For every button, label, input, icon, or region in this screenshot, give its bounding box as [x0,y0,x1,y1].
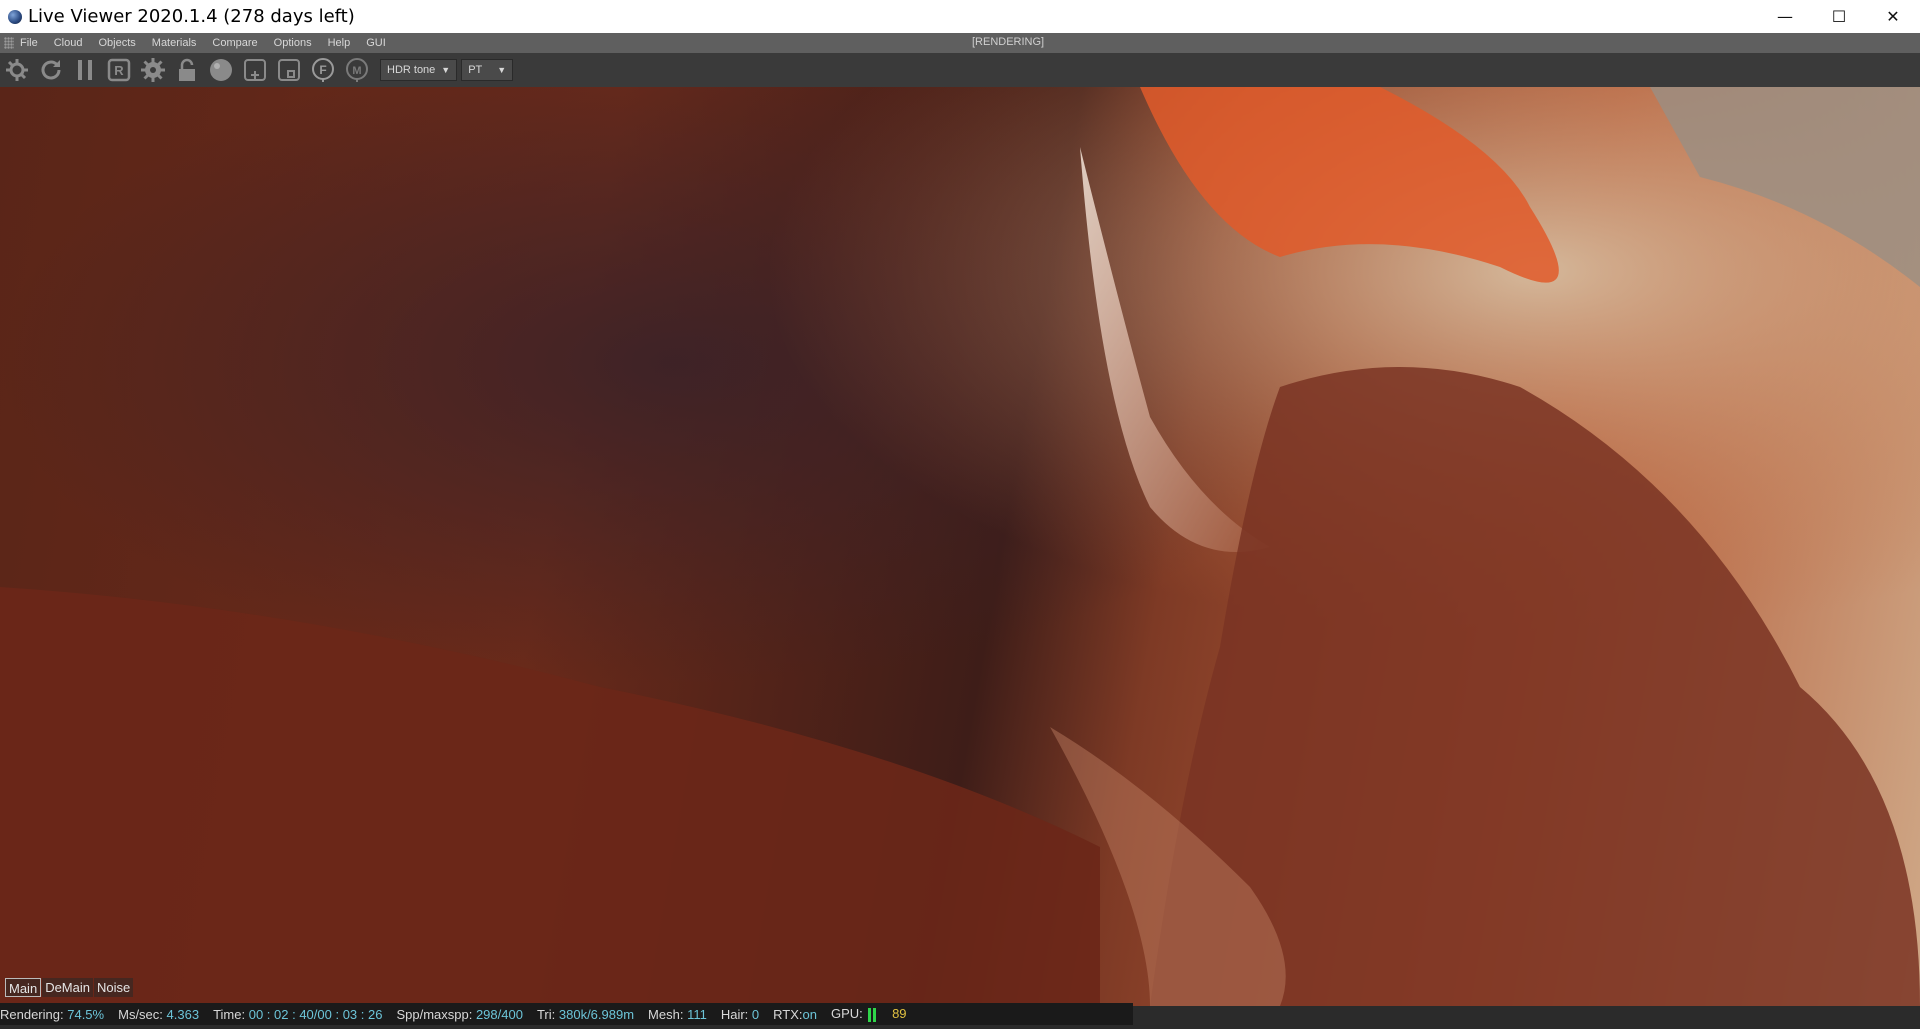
menu-help[interactable]: Help [328,37,351,49]
toolbar: R F M HDR tone ▼ PT ▼ [0,53,1920,87]
mesh-label: Mesh: [648,1006,684,1022]
pause-icon[interactable] [70,55,100,85]
minimize-button[interactable]: — [1758,0,1812,33]
time-label: Time: [213,1006,246,1022]
box-icon[interactable] [274,55,304,85]
settings-gear-icon[interactable] [2,55,32,85]
gpu-temperature: 89 [892,1006,907,1022]
svg-text:R: R [114,63,124,78]
tab-demain[interactable]: DeMain [42,978,93,997]
status-bar: Rendering: 74.5% Ms/sec: 4.363 Time: 00 … [0,1003,1133,1025]
svg-text:M: M [352,65,361,77]
time-value: 00 : 02 : 40/00 : 03 : 26 [248,1006,383,1022]
sphere-icon[interactable] [206,55,236,85]
stat-spp: Spp/maxspp: 298/400 [396,1007,523,1022]
gear-icon[interactable] [138,55,168,85]
stat-rtx: RTX:on [773,1007,817,1022]
stat-time: Time: 00 : 02 : 40/00 : 03 : 26 [213,1007,382,1022]
hair-value: 0 [751,1006,760,1022]
svg-text:F: F [319,63,326,77]
rendering-label: Rendering: [0,1006,64,1022]
render-status-label: [RENDERING] [972,36,1045,48]
close-button[interactable]: ✕ [1866,0,1920,33]
menu-bar: File Cloud Objects Materials Compare Opt… [0,33,1920,53]
gpu-label: GPU: [831,1006,863,1022]
gpu-usage-bar [868,1007,872,1022]
stat-mesh: Mesh: 111 [648,1007,707,1022]
kernel-select[interactable]: PT ▼ [461,59,514,81]
stat-ms: Ms/sec: 4.363 [118,1007,199,1022]
stat-gpu: GPU: 89 [831,1006,907,1022]
refresh-icon[interactable] [36,55,66,85]
mesh-value: 111 [687,1006,707,1022]
lock-icon[interactable] [172,55,202,85]
menu-objects[interactable]: Objects [98,37,135,49]
menu-options[interactable]: Options [274,37,312,49]
tonemap-select-value: HDR tone [387,64,436,76]
menu-materials[interactable]: Materials [152,37,197,49]
grip-icon[interactable] [4,37,14,49]
rtx-label: RTX: [773,1006,803,1022]
chevron-down-icon: ▼ [441,65,451,75]
stat-rendering: Rendering: 74.5% [0,1007,104,1022]
stat-tri: Tri: 380k/6.989m [537,1007,634,1022]
ms-value: 4.363 [166,1006,200,1022]
hair-label: Hair: [720,1006,749,1022]
chevron-down-icon: ▼ [497,65,507,75]
render-image [0,87,1920,1006]
ms-label: Ms/sec: [118,1006,163,1022]
tab-noise[interactable]: Noise [93,978,134,997]
window-title: Live Viewer 2020.1.4 (278 days left) [28,6,355,27]
gpu-usage-bar [873,1007,877,1022]
view-tabs: Main DeMain Noise [5,978,134,997]
menu-gui[interactable]: GUI [366,37,386,49]
tri-value: 380k/6.989m [558,1006,635,1022]
menu-compare[interactable]: Compare [212,37,257,49]
tab-main[interactable]: Main [5,978,42,997]
add-box-icon[interactable] [240,55,270,85]
spp-label: Spp/maxspp: [396,1006,473,1022]
tonemap-select[interactable]: HDR tone ▼ [380,59,458,81]
render-viewport[interactable] [0,87,1920,1006]
region-render-icon[interactable]: R [104,55,134,85]
focus-pick-icon[interactable]: F [308,55,338,85]
rendering-value: 74.5% [67,1006,105,1022]
stat-hair: Hair: 0 [721,1007,759,1022]
title-bar: Live Viewer 2020.1.4 (278 days left) — ☐… [0,0,1920,33]
maximize-button[interactable]: ☐ [1812,0,1866,33]
kernel-select-value: PT [468,64,483,76]
spp-value: 298/400 [475,1006,523,1022]
rtx-value: on [802,1006,818,1022]
material-pick-icon[interactable]: M [342,55,372,85]
menu-file[interactable]: File [20,37,38,49]
app-logo-icon [8,9,22,24]
tri-label: Tri: [536,1006,556,1022]
menu-cloud[interactable]: Cloud [54,37,83,49]
window-controls: — ☐ ✕ [1758,0,1920,33]
